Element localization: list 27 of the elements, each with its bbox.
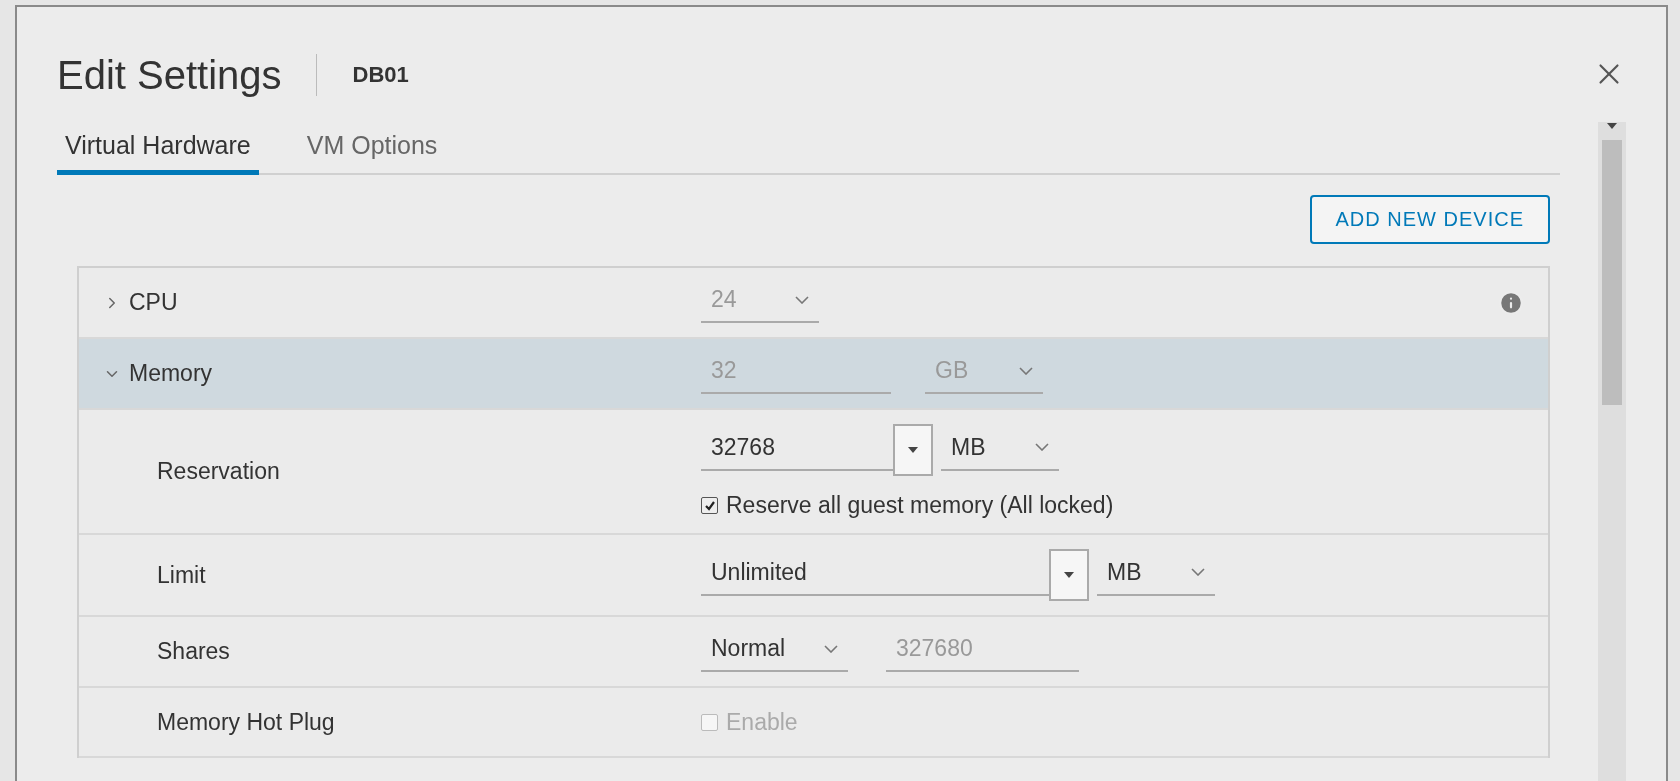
- row-label: Reservation: [157, 458, 280, 485]
- caret-icon: [907, 446, 919, 454]
- memory-row[interactable]: Memory 32 GB: [79, 339, 1548, 410]
- chevron-down-icon: [795, 295, 809, 304]
- row-label: CPU: [129, 289, 178, 316]
- dropdown-button[interactable]: [1049, 549, 1089, 601]
- row-label: Memory Hot Plug: [157, 708, 335, 736]
- vm-name: DB01: [352, 62, 409, 88]
- tab[interactable]: VM Options: [298, 123, 446, 175]
- dropdown-button[interactable]: [893, 424, 933, 476]
- row-label: Shares: [157, 638, 230, 665]
- chevron-down-icon: [1035, 443, 1049, 451]
- unit-select[interactable]: MB: [1097, 554, 1215, 596]
- chevron-down-icon: [1019, 366, 1033, 375]
- caret-icon: [1063, 571, 1075, 579]
- shares-select[interactable]: Normal: [701, 631, 848, 672]
- chevron-down-icon: [824, 644, 838, 653]
- unit-select[interactable]: MB: [941, 429, 1059, 471]
- tab[interactable]: Virtual Hardware: [57, 123, 259, 175]
- row-label: Memory: [129, 360, 213, 387]
- add-device-button[interactable]: ADD NEW DEVICE: [1309, 195, 1550, 244]
- checkmark-icon: [703, 499, 716, 512]
- caret-icon: [1606, 122, 1618, 130]
- row-label: Limit: [157, 561, 206, 589]
- dialog-title: Edit Settings: [57, 52, 282, 98]
- checkbox[interactable]: Reserve all guest memory (All locked): [701, 492, 1548, 519]
- chevron-down-icon: [1191, 568, 1205, 576]
